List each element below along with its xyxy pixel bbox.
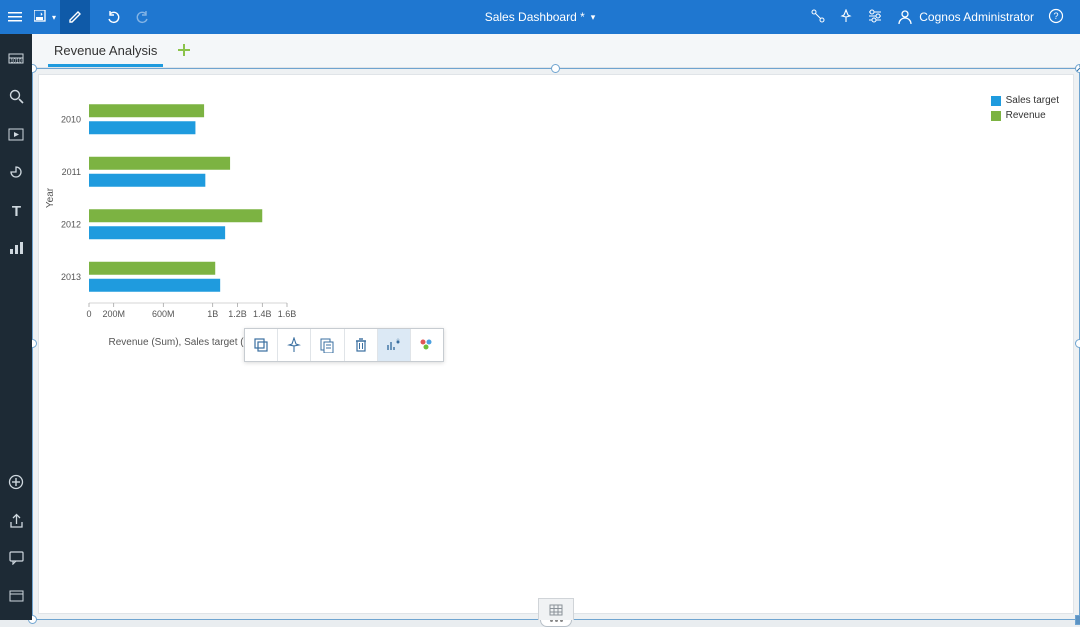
tab-revenue-analysis[interactable]: Revenue Analysis	[48, 35, 163, 67]
media-icon[interactable]	[6, 124, 26, 144]
undo-button[interactable]	[98, 0, 128, 34]
svg-text:2011: 2011	[62, 167, 81, 177]
chart-icon[interactable]	[6, 238, 26, 258]
chevron-down-icon: ▾	[591, 12, 596, 23]
color-palette-button[interactable]	[411, 329, 443, 361]
delete-button[interactable]	[345, 329, 378, 361]
top-bar: ▾ Sales Dashboard * ▾ Cognos Administrat…	[0, 0, 1080, 34]
grid-icon	[549, 604, 563, 616]
share-icon[interactable]	[6, 510, 26, 530]
svg-text:600M: 600M	[152, 309, 175, 319]
top-bar-right: Cognos Administrator ?	[811, 8, 1080, 27]
duplicate-button[interactable]	[311, 329, 344, 361]
revenue-target-bar-card[interactable]: 20102011201220130200M600M1B1.2B1.4B1.6BR…	[32, 68, 387, 362]
svg-text:Year: Year	[45, 187, 56, 208]
menu-icon[interactable]	[0, 0, 30, 34]
add-icon[interactable]	[6, 472, 26, 492]
svg-text:1.4B: 1.4B	[253, 309, 272, 319]
bar-chart-legend: Sales target Revenue	[991, 95, 1059, 125]
resize-handle-n[interactable]	[551, 64, 560, 73]
properties-icon[interactable]	[6, 586, 26, 606]
edit-mode-button[interactable]	[60, 0, 90, 34]
pin-tool-button[interactable]	[278, 329, 311, 361]
left-rail: 1010 T	[0, 34, 32, 620]
svg-text:2012: 2012	[61, 219, 81, 229]
user-menu[interactable]: Cognos Administrator	[897, 9, 1034, 25]
svg-text:1010: 1010	[10, 59, 21, 65]
svg-text:2010: 2010	[61, 114, 81, 124]
bar-chart: 20102011201220130200M600M1B1.2B1.4B1.6BR…	[39, 75, 382, 355]
select-tool-button[interactable]	[245, 329, 278, 361]
svg-text:200M: 200M	[102, 309, 125, 319]
shape-icon[interactable]	[6, 162, 26, 182]
top-bar-left: ▾	[0, 0, 158, 34]
data-source-icon[interactable]: 1010	[6, 48, 26, 68]
svg-text:?: ?	[1053, 11, 1058, 21]
svg-text:2013: 2013	[61, 272, 81, 282]
resize-handle-se[interactable]	[1075, 615, 1080, 625]
svg-text:1.2B: 1.2B	[228, 309, 247, 319]
svg-text:T: T	[11, 203, 20, 218]
expand-handle-ne[interactable]	[1075, 64, 1080, 73]
resize-handle-e[interactable]	[1075, 339, 1080, 348]
search-icon[interactable]	[6, 86, 26, 106]
svg-text:1.6B: 1.6B	[278, 309, 297, 319]
comment-icon[interactable]	[6, 548, 26, 568]
pin-icon[interactable]	[839, 9, 853, 26]
svg-text:0: 0	[86, 309, 91, 319]
save-dropdown-button[interactable]: ▾	[30, 0, 60, 34]
dashboard-title-dropdown[interactable]: Sales Dashboard * ▾	[485, 10, 596, 24]
redo-button[interactable]	[128, 0, 158, 34]
dashboard-canvas[interactable]: 89.2M Quantity 4.69B Revenue 1.92B Gross…	[32, 68, 1080, 620]
user-name: Cognos Administrator	[919, 10, 1034, 24]
connector-icon[interactable]	[811, 9, 825, 26]
settings-icon[interactable]	[867, 9, 883, 26]
tab-bar: Revenue Analysis	[32, 34, 1080, 68]
svg-text:1B: 1B	[207, 309, 218, 319]
add-tab-button[interactable]	[175, 41, 193, 59]
change-visualization-button[interactable]	[378, 329, 411, 361]
bottom-tray-button[interactable]	[538, 598, 574, 620]
help-icon[interactable]: ?	[1048, 8, 1064, 27]
user-icon	[897, 9, 913, 25]
text-icon[interactable]: T	[6, 200, 26, 220]
widget-context-toolbar	[244, 328, 444, 362]
dashboard-title: Sales Dashboard *	[485, 10, 585, 24]
